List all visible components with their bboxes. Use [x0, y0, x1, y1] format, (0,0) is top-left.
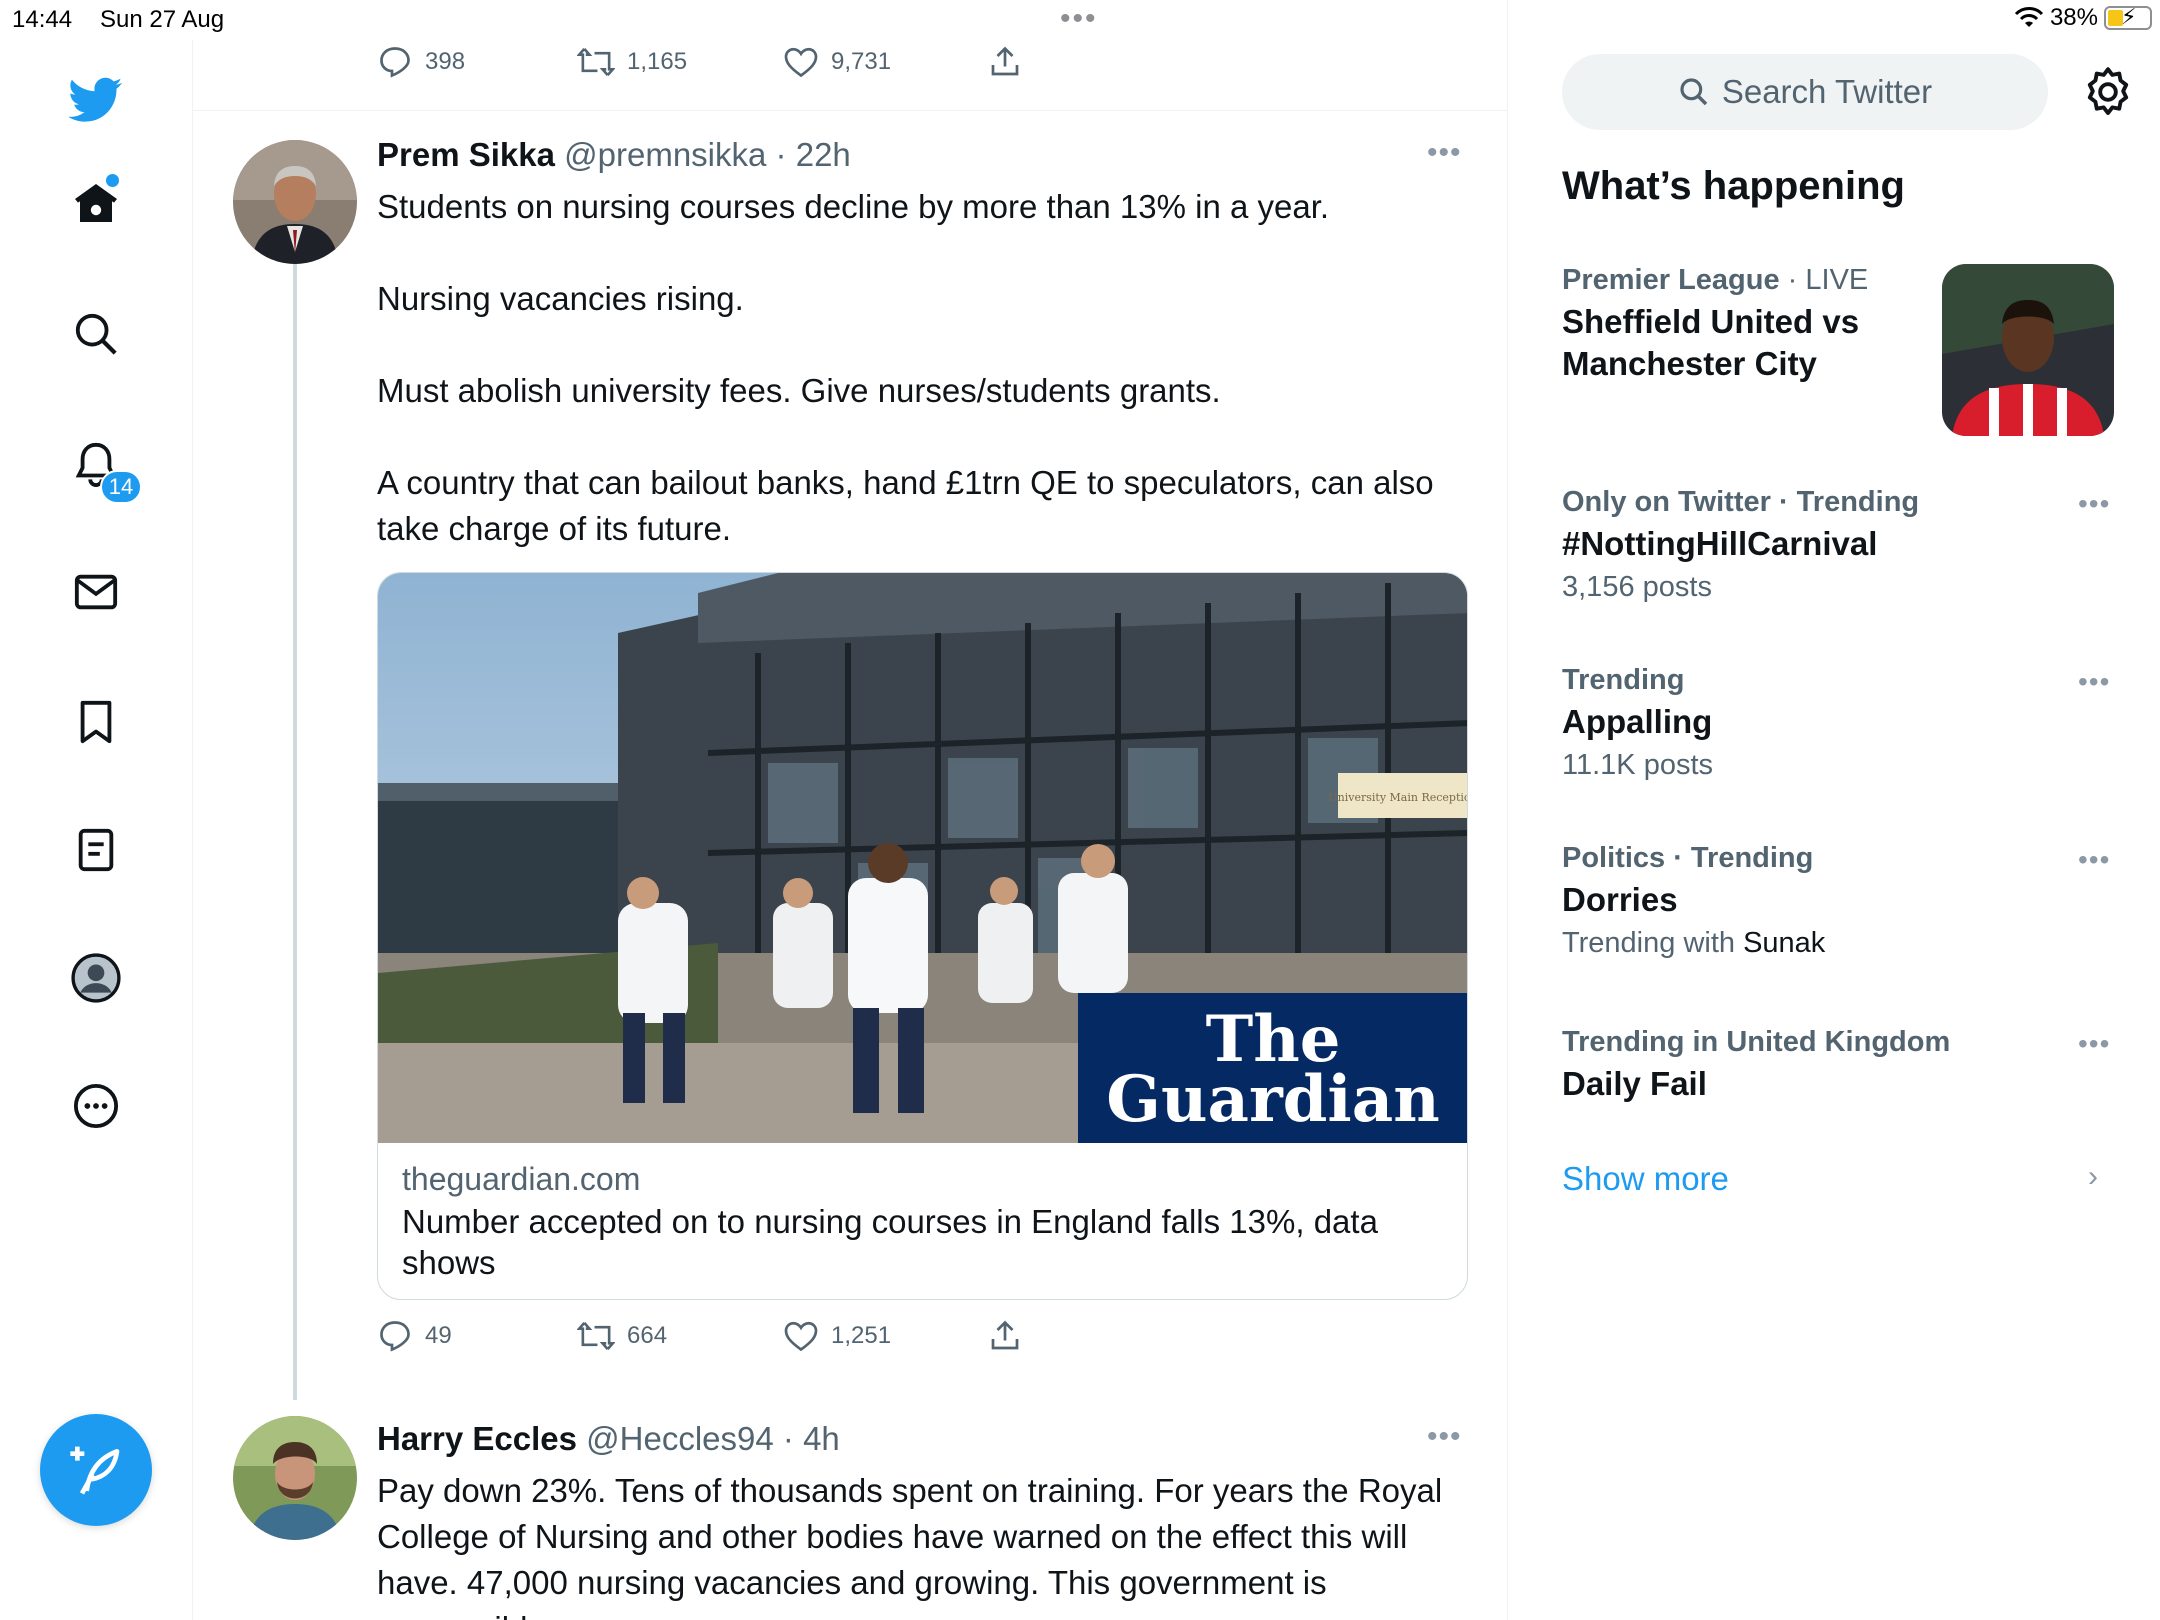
- trend-topic: #NottingHillCarnival: [1562, 525, 1878, 562]
- author-name[interactable]: Harry Eccles: [377, 1420, 577, 1457]
- timeline: 398 1,165 9,731 Prem Sikka @premnsikka ·…: [193, 0, 1508, 1620]
- status-time: 14:44: [12, 6, 73, 33]
- left-navigation: 14: [0, 40, 193, 1620]
- home-notification-dot: [106, 174, 119, 187]
- trend-item[interactable]: Trending in United Kingdom Daily Fail: [1562, 1026, 2122, 1105]
- reply-count: 398: [425, 48, 466, 75]
- like-count: 9,731: [831, 48, 892, 75]
- retweet-button[interactable]: 664: [577, 1318, 667, 1354]
- share-button[interactable]: [987, 1318, 1023, 1354]
- heart-icon: [784, 47, 818, 78]
- share-icon: [991, 1320, 1019, 1350]
- compose-tweet-button[interactable]: [40, 1414, 152, 1526]
- reply-icon: [380, 1321, 410, 1352]
- building-sign-text: University Main Reception: [1328, 791, 1468, 804]
- author-handle[interactable]: @Heccles94: [586, 1420, 774, 1457]
- tweet-paragraph: A country that can bailout banks, hand £…: [377, 464, 1434, 547]
- trend-item[interactable]: Premier League · LIVE Sheffield United v…: [1562, 264, 1922, 385]
- separator: ·: [775, 136, 787, 173]
- guardian-logo-line2: Guardian: [1106, 1062, 1439, 1137]
- like-button[interactable]: 1,251: [783, 1318, 891, 1354]
- retweet-count: 1,165: [627, 48, 688, 75]
- trend-post-count: 11.1K posts: [1562, 749, 1714, 781]
- search-icon[interactable]: [66, 304, 126, 364]
- search-icon: [1680, 78, 1708, 106]
- tweet-divider: [193, 110, 1507, 111]
- compose-feather-icon: [70, 1446, 120, 1495]
- retweet-icon: [577, 47, 615, 77]
- tweet-header: Prem Sikka @premnsikka · 22h: [377, 136, 851, 174]
- trend-context: Trending: [1562, 664, 1685, 696]
- mail-icon[interactable]: [66, 562, 126, 622]
- tweet-body: Pay down 23%. Tens of thousands spent on…: [377, 1468, 1457, 1620]
- separator: ·: [782, 1420, 794, 1457]
- trend-context: Only on Twitter · Trending: [1562, 486, 1920, 518]
- like-count: 1,251: [831, 1322, 892, 1349]
- trend-more-icon[interactable]: •••: [2078, 488, 2110, 520]
- trend-with-name[interactable]: Sunak: [1743, 927, 1825, 959]
- tweet-header: Harry Eccles @Heccles94 · 4h: [377, 1420, 840, 1458]
- trend-post-count: 3,156 posts: [1562, 571, 1712, 603]
- retweet-count: 664: [627, 1322, 668, 1349]
- like-button[interactable]: 9,731: [783, 44, 891, 80]
- notifications-badge: 14: [100, 470, 142, 504]
- search-placeholder: Search Twitter: [1721, 73, 1933, 110]
- trend-item[interactable]: Only on Twitter · Trending #NottingHillC…: [1562, 486, 2122, 604]
- trend-with-label: Trending with: [1562, 927, 1744, 959]
- trend-more-icon[interactable]: •••: [2078, 1028, 2110, 1060]
- trend-item[interactable]: Trending Appalling 11.1K posts: [1562, 664, 2122, 782]
- tweet-paragraph: Must abolish university fees. Give nurse…: [377, 372, 1221, 409]
- lists-icon[interactable]: [66, 820, 126, 880]
- reply-button[interactable]: 398: [377, 44, 465, 80]
- retweet-icon: [577, 1321, 615, 1351]
- card-domain: theguardian.com: [402, 1161, 641, 1197]
- thread-line: [293, 264, 297, 1400]
- more-circle-icon[interactable]: [66, 1076, 126, 1136]
- trend-topic: Daily Fail: [1562, 1065, 1707, 1102]
- share-icon: [991, 46, 1019, 76]
- retweet-button[interactable]: 1,165: [577, 44, 687, 80]
- link-card[interactable]: University Main Reception The Guardian t…: [377, 572, 1468, 1300]
- tweet-paragraph: Pay down 23%. Tens of thousands spent on…: [377, 1472, 1443, 1620]
- tweet-more-icon[interactable]: •••: [1427, 136, 1462, 170]
- profile-avatar-icon[interactable]: [66, 948, 126, 1008]
- show-more-link[interactable]: Show more: [1562, 1160, 1729, 1198]
- trend-topic: Appalling: [1562, 703, 1713, 740]
- tweet-time[interactable]: 22h: [796, 136, 851, 173]
- trend-context: Premier League: [1562, 264, 1780, 296]
- tweet-time[interactable]: 4h: [803, 1420, 840, 1457]
- tweet-body: Students on nursing courses decline by m…: [377, 184, 1457, 552]
- whats-happening-title: What’s happening: [1562, 164, 1905, 208]
- reply-count: 49: [425, 1322, 452, 1349]
- trend-item[interactable]: Politics · Trending Dorries Trending wit…: [1562, 842, 2122, 960]
- card-image: University Main Reception The Guardian: [378, 573, 1468, 1143]
- avatar-prem-sikka[interactable]: [233, 140, 357, 264]
- chevron-right-icon[interactable]: ›: [2088, 1160, 2098, 1194]
- reply-button[interactable]: 49: [377, 1318, 452, 1354]
- trend-topic: Dorries: [1562, 881, 1678, 918]
- tweet-paragraph: Nursing vacancies rising.: [377, 280, 744, 317]
- trend-context-live: · LIVE: [1779, 264, 1869, 296]
- author-name[interactable]: Prem Sikka: [377, 136, 555, 173]
- trend-context: Politics · Trending: [1562, 842, 1814, 874]
- trend-context: Trending in United Kingdom: [1562, 1026, 1951, 1058]
- trend-more-icon[interactable]: •••: [2078, 844, 2110, 876]
- share-button[interactable]: [987, 44, 1023, 80]
- reply-icon: [380, 47, 410, 78]
- trend-topic: Sheffield United vs Manchester City: [1562, 303, 1860, 382]
- avatar-harry-eccles[interactable]: [233, 1416, 357, 1540]
- bookmark-icon[interactable]: [66, 692, 126, 752]
- author-handle[interactable]: @premnsikka: [564, 136, 766, 173]
- tweet-more-icon[interactable]: •••: [1427, 1420, 1462, 1454]
- gear-icon[interactable]: [2082, 66, 2134, 118]
- search-input[interactable]: Search Twitter: [1562, 54, 2048, 130]
- card-title: Number accepted on to nursing courses in…: [402, 1203, 1378, 1281]
- heart-icon: [784, 1321, 818, 1352]
- trend-more-icon[interactable]: •••: [2078, 666, 2110, 698]
- twitter-logo-icon[interactable]: [66, 70, 126, 130]
- trend-thumbnail: [1942, 264, 2114, 436]
- right-sidebar: Search Twitter What’s happening Premier …: [1508, 0, 2160, 1620]
- tweet-paragraph: Students on nursing courses decline by m…: [377, 188, 1330, 225]
